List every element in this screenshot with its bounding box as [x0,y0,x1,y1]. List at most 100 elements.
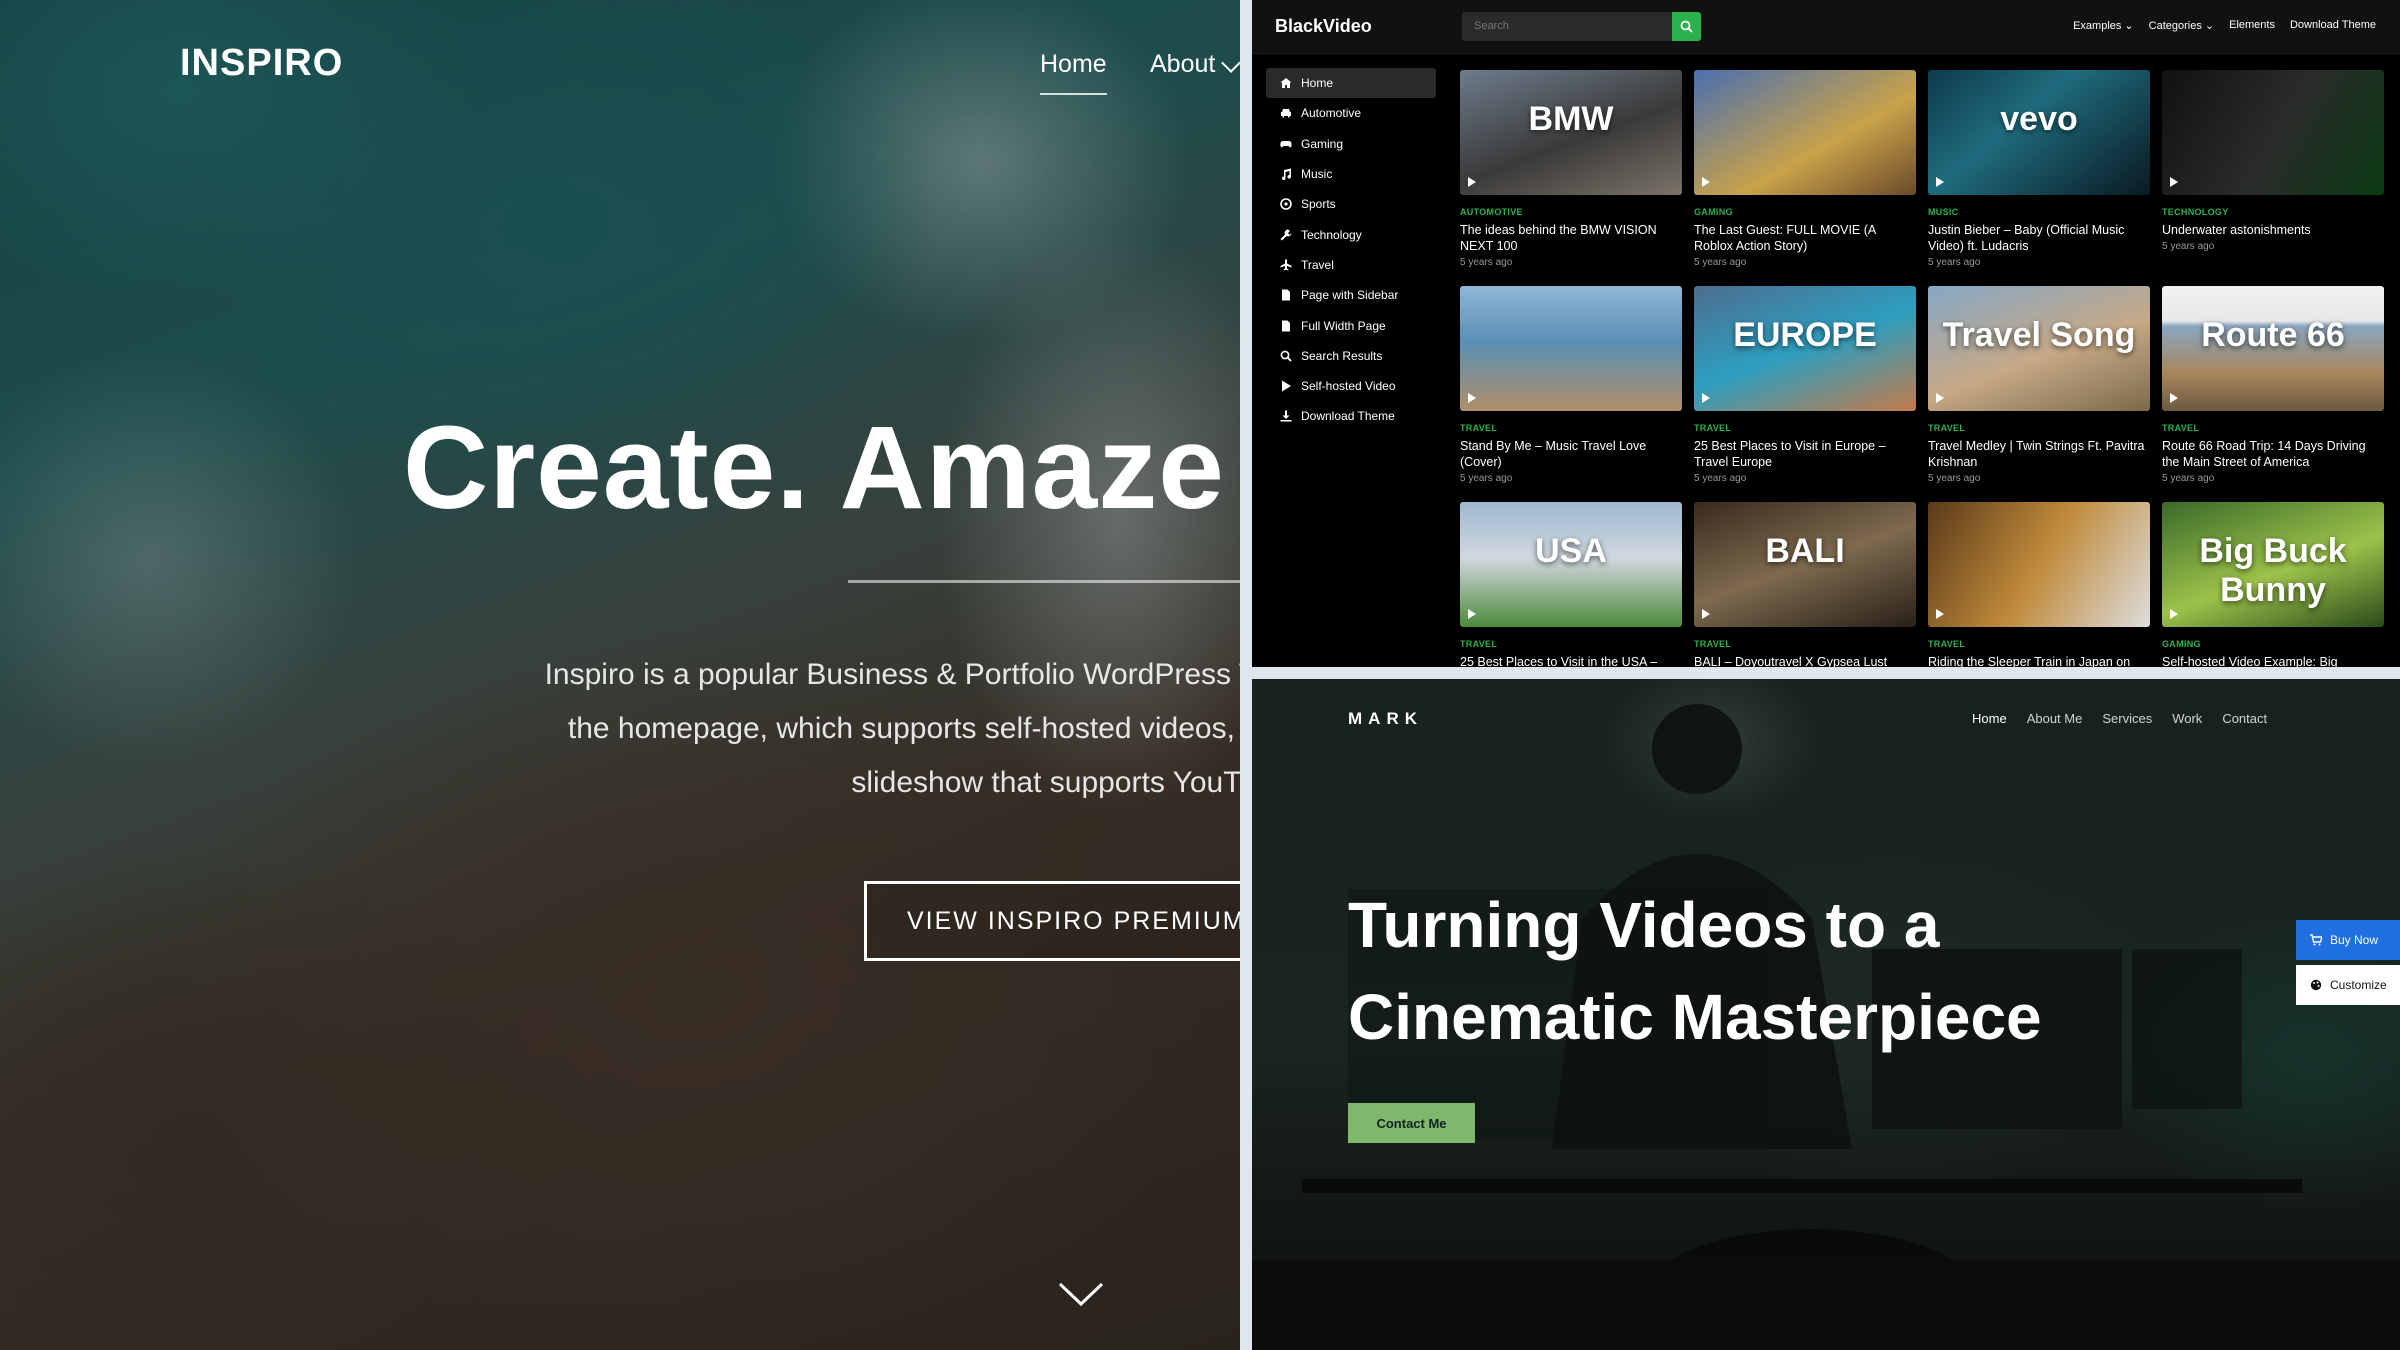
video-title[interactable]: Riding the Sleeper Train in Japan on [1928,654,2150,667]
sidebar-item-home[interactable]: Home [1266,68,1436,99]
video-category[interactable]: TRAVEL [1460,423,1682,433]
contact-me-button[interactable]: Contact Me [1348,1103,1475,1143]
video-date: 5 years ago [2162,473,2215,484]
video-category[interactable]: GAMING [2162,639,2384,649]
home-icon [1280,78,1292,89]
chevron-down-icon[interactable] [1221,53,1240,73]
nav-home-link[interactable]: Home [1040,50,1107,95]
cart-icon [2310,934,2322,946]
sidebar-item-page-with-sidebar[interactable]: Page with Sidebar [1266,280,1436,310]
nav-work[interactable]: Work [2172,711,2202,726]
play-icon [2170,177,2178,187]
sidebar-item-self-hosted-video[interactable]: Self-hosted Video [1266,371,1436,401]
view-premium-button[interactable]: VIEW INSPIRO PREMIUM → [864,881,1240,961]
video-card[interactable]: BALI TRAVEL BALI – Doyoutravel X Gypsea Lu… [1694,502,1916,667]
video-thumbnail[interactable]: BALI [1694,502,1916,627]
video-thumbnail[interactable] [2162,70,2384,195]
video-title[interactable]: Stand By Me – Music Travel Love (Cover) [1460,438,1682,470]
gamepad-icon [1280,140,1292,148]
nav-contact[interactable]: Contact [2222,711,2267,726]
customize-label: Customize [2330,978,2387,992]
sidebar-item-label: Gaming [1301,136,1344,151]
thumbnail-overlay-text: USA [1535,532,1607,570]
video-category[interactable]: TRAVEL [1694,639,1916,649]
buy-now-button[interactable]: Buy Now [2296,920,2400,960]
nav-about-me[interactable]: About Me [2027,711,2083,726]
video-date: 5 years ago [1460,473,1513,484]
hero-headline-line: Cinematic Masterpiece [1348,981,2042,1053]
customize-button[interactable]: Customize [2296,965,2400,1005]
video-card[interactable]: Big Buck Bunny GAMING Self-hosted Video Ex… [2162,502,2384,667]
nav-home[interactable]: Home [1972,711,2007,726]
nav-categories[interactable]: Categories ⌄ [2149,19,2214,32]
inspiro-logo[interactable]: INSPIRO [180,42,343,85]
scroll-down-chevron-icon[interactable] [1058,1272,1104,1318]
video-thumbnail[interactable]: Travel Song [1928,286,2150,411]
video-card[interactable]: EUROPE TRAVEL 25 Best Places to Visit in E… [1694,286,1916,490]
search-button[interactable] [1672,12,1701,41]
sidebar-item-automotive[interactable]: Automotive [1266,98,1436,128]
video-thumbnail[interactable]: EUROPE [1694,286,1916,411]
video-thumbnail[interactable]: BMW [1460,70,1682,195]
video-title[interactable]: The ideas behind the BMW VISION NEXT 100 [1460,222,1682,254]
blackvideo-logo[interactable]: BlackVideo [1275,16,1372,37]
floor-shadow [1252,1261,2400,1350]
video-thumbnail[interactable] [1928,502,2150,627]
sidebar-item-label: Search Results [1301,348,1383,363]
video-card[interactable]: TRAVEL Stand By Me – Music Travel Love (C… [1460,286,1682,490]
video-date: 5 years ago [2162,241,2215,252]
video-card[interactable]: TECHNOLOGY Underwater astonishments 5 year… [2162,70,2384,274]
video-card[interactable]: Travel Song TRAVEL Travel Medley | Twin St… [1928,286,2150,490]
video-thumbnail[interactable]: USA [1460,502,1682,627]
video-category[interactable]: TRAVEL [1928,639,2150,649]
video-category[interactable]: TECHNOLOGY [2162,207,2384,217]
video-title[interactable]: Route 66 Road Trip: 14 Days Driving the … [2162,438,2384,470]
sidebar-item-music[interactable]: Music [1266,159,1436,189]
video-title[interactable]: Justin Bieber – Baby (Official Music Vid… [1928,222,2150,254]
video-card[interactable]: Route 66 TRAVEL Route 66 Road Trip: 14 Day… [2162,286,2384,490]
video-category[interactable]: TRAVEL [1460,639,1682,649]
video-card[interactable]: BMW AUTOMOTIVE The ideas behind the BMW VI… [1460,70,1682,274]
video-title[interactable]: BALI – Doyoutravel X Gypsea Lust [1694,654,1916,667]
video-category[interactable]: TRAVEL [1694,423,1916,433]
sidebar-item-sports[interactable]: Sports [1266,189,1436,219]
video-category[interactable]: AUTOMOTIVE [1460,207,1682,217]
page-icon [1282,320,1290,332]
video-title[interactable]: 25 Best Places to Visit in Europe – Trav… [1694,438,1916,470]
hero-description-line: slideshow that supports YouTube, Vimeo, [851,766,1240,799]
sidebar-item-search-results[interactable]: Search Results [1266,341,1436,371]
video-card[interactable]: GAMING The Last Guest: FULL MOVIE (A Robl… [1694,70,1916,274]
nav-services[interactable]: Services [2102,711,2152,726]
video-card[interactable]: TRAVEL Riding the Sleeper Train in Japan … [1928,502,2150,667]
video-thumbnail[interactable] [1694,70,1916,195]
sidebar-item-label: Technology [1301,227,1362,242]
sidebar-item-label: Self-hosted Video [1301,379,1396,394]
video-title[interactable]: The Last Guest: FULL MOVIE (A Roblox Act… [1694,222,1916,254]
video-thumbnail[interactable]: Big Buck Bunny [2162,502,2384,627]
video-thumbnail[interactable]: Route 66 [2162,286,2384,411]
video-title[interactable]: Underwater astonishments [2162,222,2384,238]
sidebar-item-travel[interactable]: Travel [1266,250,1436,280]
video-category[interactable]: GAMING [1694,207,1916,217]
video-card[interactable]: USA TRAVEL 25 Best Places to Visit in the … [1460,502,1682,667]
search-input[interactable]: Search [1462,12,1672,41]
video-title[interactable]: Self-hosted Video Example: Big [2162,654,2384,667]
sidebar-item-full-width-page[interactable]: Full Width Page [1266,310,1436,340]
video-title[interactable]: 25 Best Places to Visit in the USA – [1460,654,1682,667]
sidebar-item-download-theme[interactable]: Download Theme [1266,401,1436,431]
sidebar-item-gaming[interactable]: Gaming [1266,129,1436,159]
sidebar-item-technology[interactable]: Technology [1266,219,1436,249]
video-category[interactable]: TRAVEL [2162,423,2384,433]
video-card[interactable]: vevo MUSIC Justin Bieber – Baby (Official … [1928,70,2150,274]
mark-logo[interactable]: MARK [1348,709,1423,729]
video-category[interactable]: MUSIC [1928,207,2150,217]
video-thumbnail[interactable] [1460,286,1682,411]
nav-about-link[interactable]: About [1150,50,1215,79]
nav-examples[interactable]: Examples ⌄ [2073,19,2134,32]
nav-elements[interactable]: Elements [2229,19,2275,32]
sidebar-item-label: Music [1301,167,1333,182]
nav-download-theme[interactable]: Download Theme [2290,19,2376,32]
video-thumbnail[interactable]: vevo [1928,70,2150,195]
video-category[interactable]: TRAVEL [1928,423,2150,433]
video-title[interactable]: Travel Medley | Twin Strings Ft. Pavitra… [1928,438,2150,470]
